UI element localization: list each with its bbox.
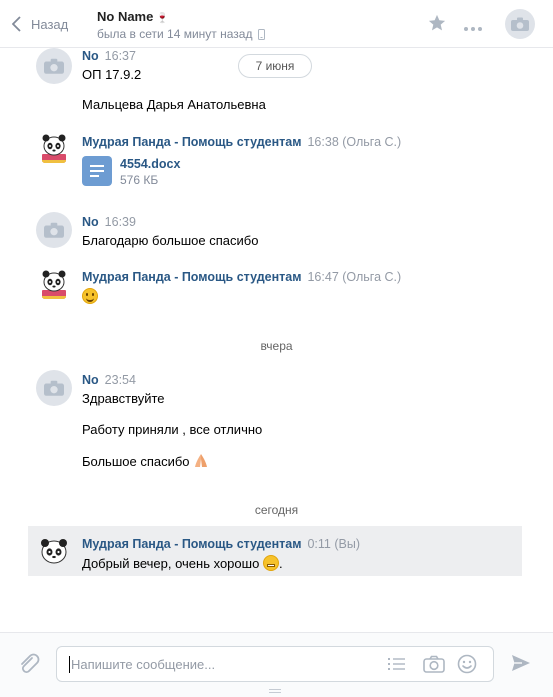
panda-avatar-icon — [42, 270, 66, 299]
avatar[interactable] — [36, 48, 72, 84]
smile-icon[interactable] — [457, 654, 477, 677]
message-header: No 16:37 — [82, 49, 136, 63]
star-icon[interactable] — [428, 14, 446, 35]
message-input[interactable]: Напишите сообщение... — [56, 646, 494, 682]
document-size: 576 КБ — [120, 173, 159, 187]
message-history[interactable]: 7 июня No 16:37 ОП 17.9.2 Мальцева Дарья … — [0, 48, 553, 632]
message-header: Мудрая Панда - Помощь студентам 0:11 (Вы) — [82, 537, 360, 551]
author-name[interactable]: Мудрая Панда - Помощь студентам — [82, 537, 301, 551]
message-time[interactable]: 16:47 (Ольга С.) — [307, 270, 401, 284]
author-name[interactable]: Мудрая Панда - Помощь студентам — [82, 270, 301, 284]
camera-icon[interactable] — [423, 655, 445, 676]
message-time[interactable]: 16:37 — [105, 49, 136, 63]
panda-avatar-icon — [41, 539, 67, 564]
message-time[interactable]: 16:39 — [105, 215, 136, 229]
message-text: Добрый вечер, очень хорошо . — [82, 555, 283, 571]
list-icon[interactable] — [388, 657, 405, 674]
message-text: Большое спасибо — [82, 453, 209, 469]
avatar[interactable] — [36, 130, 72, 166]
grimace-emoji-icon — [262, 555, 279, 571]
back-button[interactable]: Назад — [12, 13, 68, 35]
message-text: ОП 17.9.2 — [82, 67, 142, 82]
composer: Напишите сообщение... — [0, 632, 553, 697]
wine-glass-icon: 🍷 — [156, 13, 169, 24]
paperclip-icon[interactable] — [18, 653, 40, 678]
message-header: Мудрая Панда - Помощь студентам 16:38 (Ол… — [82, 135, 401, 149]
author-name[interactable]: No — [82, 215, 99, 229]
message-header: Мудрая Панда - Помощь студентам 16:47 (Ол… — [82, 270, 401, 284]
chat-header: Назад No Name 🍷 была в сети 14 минут наза… — [0, 0, 553, 48]
camera-icon — [44, 380, 64, 396]
message-input-placeholder: Напишите сообщение... — [71, 657, 216, 672]
message-time[interactable]: 0:11 (Вы) — [307, 537, 360, 551]
camera-icon — [511, 17, 529, 31]
avatar[interactable] — [36, 266, 72, 302]
date-separator: сегодня — [254, 503, 299, 517]
smile-emoji-icon — [82, 288, 98, 304]
praying-hands-emoji-icon — [195, 454, 208, 467]
message-text: Благодарю большое спасибо — [82, 233, 259, 248]
chevron-left-icon — [12, 16, 21, 32]
more-icon[interactable] — [463, 20, 483, 35]
message-text: Мальцева Дарья Анатольевна — [82, 97, 266, 112]
author-name[interactable]: Мудрая Панда - Помощь студентам — [82, 135, 301, 149]
peer-name-text: No Name — [97, 9, 154, 24]
peer-avatar[interactable] — [505, 9, 535, 39]
document-name[interactable]: 4554.docx — [120, 157, 180, 171]
text-caret — [69, 656, 70, 673]
peer-name[interactable]: No Name 🍷 — [97, 9, 169, 24]
message-text — [82, 288, 98, 304]
back-label: Назад — [31, 16, 69, 32]
document-icon[interactable] — [82, 156, 112, 186]
avatar[interactable] — [36, 370, 72, 406]
date-separator: вчера — [260, 339, 293, 353]
send-icon[interactable] — [511, 654, 531, 675]
message-header: No 23:54 — [82, 373, 136, 387]
message-text-content: Добрый вечер, очень хорошо — [82, 556, 260, 571]
message-text-punct: . — [278, 556, 283, 571]
composer-resize-handle[interactable] — [269, 689, 281, 693]
message-text: Здравствуйте — [82, 391, 165, 406]
peer-status: была в сети 14 минут назад — [97, 27, 266, 41]
panda-avatar-icon — [42, 134, 66, 163]
mobile-icon — [258, 28, 266, 40]
avatar[interactable] — [36, 212, 72, 248]
message-text: Работу приняли , все отлично — [82, 422, 263, 437]
camera-icon — [44, 222, 64, 238]
message-time[interactable]: 23:54 — [105, 373, 136, 387]
message-header: No 16:39 — [82, 215, 136, 229]
message-time[interactable]: 16:38 (Ольга С.) — [307, 135, 401, 149]
peer-status-text: была в сети 14 минут назад — [97, 27, 253, 41]
author-name[interactable]: No — [82, 373, 99, 387]
message-text-content: Большое спасибо — [82, 454, 190, 469]
author-name[interactable]: No — [82, 49, 99, 63]
date-pill[interactable]: 7 июня — [238, 54, 312, 78]
avatar[interactable] — [36, 534, 72, 570]
camera-icon — [44, 58, 64, 74]
